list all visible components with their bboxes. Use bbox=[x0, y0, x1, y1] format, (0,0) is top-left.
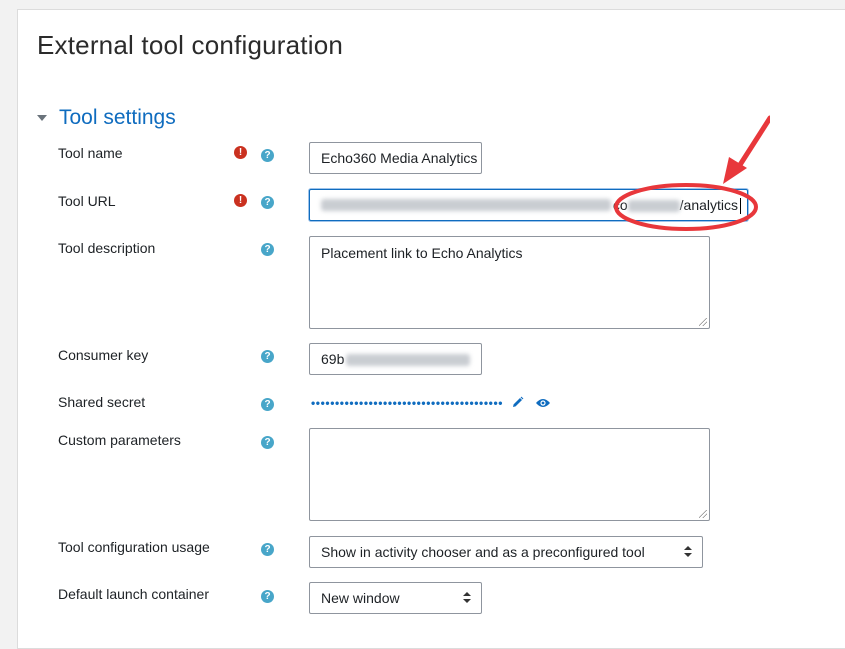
consumer-key-input[interactable]: 69b bbox=[309, 343, 482, 375]
tool-configuration-usage-label: Tool configuration usage bbox=[58, 539, 210, 555]
tool-description-label: Tool description bbox=[58, 240, 156, 256]
default-launch-container-value: New window bbox=[321, 590, 400, 606]
help-icon[interactable]: ? bbox=[261, 590, 274, 603]
resize-handle[interactable] bbox=[699, 510, 707, 518]
tool-description-text: Placement link to Echo Analytics bbox=[321, 245, 523, 261]
default-launch-container-label: Default launch container bbox=[58, 586, 209, 602]
redacted-text bbox=[346, 354, 471, 367]
help-icon[interactable]: ? bbox=[261, 196, 274, 209]
help-icon[interactable]: ? bbox=[261, 243, 274, 256]
help-icon[interactable]: ? bbox=[261, 398, 274, 411]
help-icon[interactable]: ? bbox=[261, 149, 274, 162]
tool-name-input[interactable]: Echo360 Media Analytics bbox=[309, 142, 482, 174]
shared-secret-label: Shared secret bbox=[58, 394, 146, 410]
tool-settings-toggle[interactable]: Tool settings bbox=[37, 106, 176, 130]
tool-configuration-usage-select[interactable]: Show in activity chooser and as a precon… bbox=[309, 536, 703, 568]
tool-configuration-usage-value: Show in activity chooser and as a precon… bbox=[321, 544, 645, 560]
tool-description-textarea[interactable]: Placement link to Echo Analytics bbox=[309, 236, 710, 329]
caret-down-icon bbox=[37, 115, 47, 121]
select-arrows-icon bbox=[463, 592, 471, 604]
custom-parameters-label: Custom parameters bbox=[58, 432, 181, 448]
redacted-text bbox=[321, 199, 611, 211]
section-title: Tool settings bbox=[59, 106, 176, 129]
help-icon[interactable]: ? bbox=[261, 543, 274, 556]
shared-secret-masked: •••••••••••••••••••••••••••••••••••••••• bbox=[311, 396, 504, 410]
resize-handle[interactable] bbox=[699, 318, 707, 326]
consumer-key-label: Consumer key bbox=[58, 347, 149, 363]
pencil-icon[interactable] bbox=[511, 396, 524, 409]
select-arrows-icon bbox=[684, 546, 692, 558]
tool-url-label: Tool URL bbox=[58, 193, 116, 209]
page-title: External tool configuration bbox=[37, 30, 344, 60]
tool-name-label: Tool name bbox=[58, 145, 123, 161]
consumer-key-prefix: 69b bbox=[321, 351, 345, 367]
default-launch-container-select[interactable]: New window bbox=[309, 582, 482, 614]
eye-icon[interactable] bbox=[535, 397, 551, 409]
help-icon[interactable]: ? bbox=[261, 436, 274, 449]
help-icon[interactable]: ? bbox=[261, 350, 274, 363]
required-icon: ! bbox=[234, 194, 247, 207]
annotation-arrow-icon bbox=[614, 115, 770, 231]
custom-parameters-textarea[interactable] bbox=[309, 428, 710, 521]
required-icon: ! bbox=[234, 146, 247, 159]
